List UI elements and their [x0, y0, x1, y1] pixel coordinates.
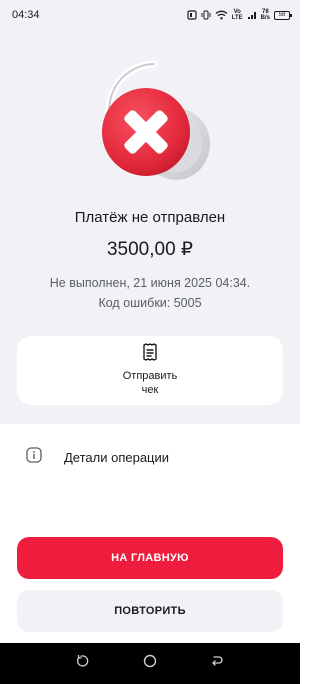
info-icon	[26, 446, 42, 468]
send-receipt-button[interactable]: Отправить чек	[17, 336, 283, 405]
signal-icon	[247, 10, 257, 20]
operation-details-row[interactable]: Детали операции	[0, 438, 300, 476]
network-speed-unit: B/s	[260, 15, 270, 21]
operation-details-label: Детали операции	[64, 449, 170, 465]
receipt-icon	[142, 343, 158, 366]
status-line: Не выполнен, 21 июня 2025 04:34.	[49, 276, 251, 290]
network-type-bottom: LTE	[231, 15, 243, 21]
status-icons: Vo LTE 78 B/s 58	[187, 9, 292, 21]
vibrate-icon	[201, 10, 211, 20]
network-type: Vo LTE	[232, 9, 243, 21]
payment-amount: 3500,00 ₽	[106, 239, 194, 260]
result-details-text: Не выполнен, 21 июня 2025 04:34. Код оши…	[0, 273, 300, 313]
error-illustration	[84, 56, 216, 188]
result-title: Платёж не отправлен	[74, 209, 226, 226]
home-nav-icon[interactable]	[143, 654, 157, 673]
back-nav-icon[interactable]	[210, 654, 224, 673]
system-nav-bar	[0, 643, 300, 684]
retry-button[interactable]: ПОВТОРИТЬ	[17, 590, 283, 632]
network-speed: 78 B/s	[261, 9, 270, 21]
send-receipt-label: Отправить чек	[122, 370, 178, 396]
error-cross-icon	[102, 60, 210, 180]
battery-icon: 58	[274, 10, 292, 20]
go-home-button[interactable]: НА ГЛАВНУЮ	[17, 537, 283, 579]
notification-icon	[187, 10, 197, 20]
error-code: Код ошибки: 5005	[98, 296, 202, 310]
status-bar: 04:34 Vo LTE 78 B/s 58	[0, 0, 300, 30]
status-time: 04:34	[12, 9, 40, 21]
recent-apps-icon[interactable]	[76, 654, 90, 673]
wifi-icon	[215, 10, 228, 20]
